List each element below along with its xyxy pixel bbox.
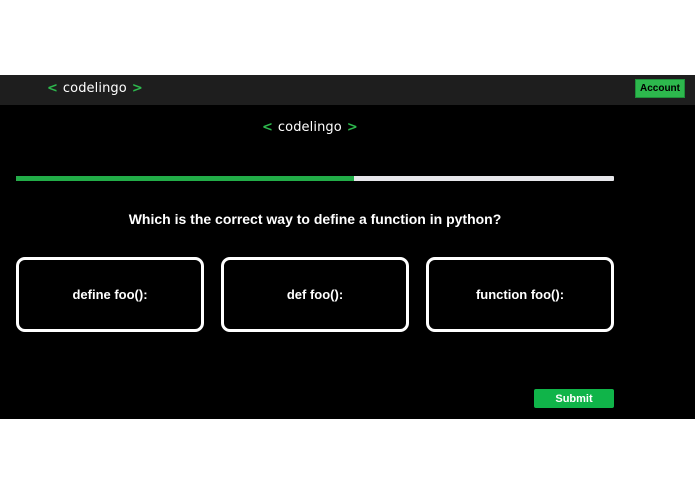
- submit-button[interactable]: Submit: [534, 389, 614, 408]
- header-logo[interactable]: < codelingo >: [47, 81, 143, 96]
- center-logo: < codelingo >: [262, 120, 358, 135]
- progress-bar-fill: [16, 176, 354, 181]
- logo-left-bracket: <: [262, 120, 273, 135]
- app-window: < codelingo > Account < codelingo > Whic…: [0, 75, 695, 419]
- answer-option-label: define foo():: [72, 287, 148, 302]
- answer-option-1[interactable]: define foo():: [16, 257, 204, 332]
- answer-option-2[interactable]: def foo():: [221, 257, 409, 332]
- logo-text: codelingo: [62, 81, 127, 96]
- account-button[interactable]: Account: [635, 79, 685, 98]
- logo-right-bracket: >: [346, 120, 358, 135]
- answer-option-label: function foo():: [475, 287, 565, 302]
- logo-right-bracket: >: [131, 81, 143, 96]
- progress-bar: [16, 176, 614, 181]
- answer-option-label: def foo():: [286, 287, 344, 302]
- logo-left-bracket: <: [47, 81, 58, 96]
- question-text: Which is the correct way to define a fun…: [128, 211, 502, 227]
- top-nav-bar: < codelingo > Account: [0, 75, 695, 105]
- logo-text: codelingo: [277, 120, 342, 135]
- answer-option-3[interactable]: function foo():: [426, 257, 614, 332]
